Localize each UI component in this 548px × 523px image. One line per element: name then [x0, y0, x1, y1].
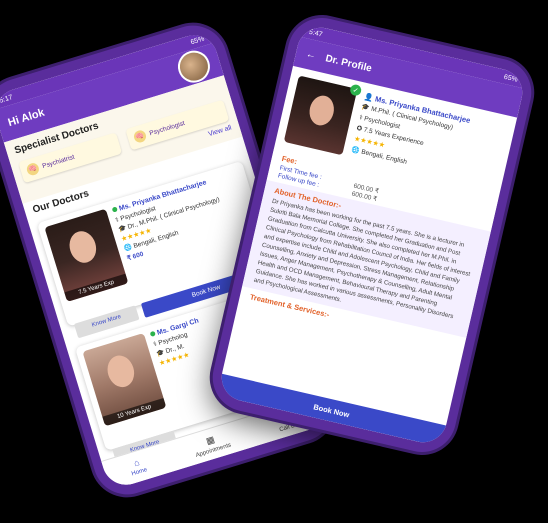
tab-label: Home: [131, 467, 149, 478]
tab-appointments[interactable]: ▦ Appointments: [191, 430, 232, 459]
chip-label: Psychologist: [148, 119, 186, 137]
back-arrow-icon[interactable]: ←: [305, 48, 317, 61]
brain-icon: 🧠: [25, 161, 41, 177]
profile-screen: 5:47 65% ← Dr. Profile ✓ 👤 Ms. Priyanka …: [216, 23, 528, 447]
status-time: 5:47: [308, 28, 324, 39]
calendar-icon: ▦: [204, 433, 216, 446]
online-dot: [111, 206, 118, 213]
online-dot: [149, 330, 156, 337]
page-title: Dr. Profile: [324, 52, 373, 75]
verified-check-icon: ✓: [349, 83, 363, 97]
home-icon: ⌂: [132, 457, 141, 469]
doctor-photo: ✓: [283, 75, 363, 156]
phone-profile: 5:47 65% ← Dr. Profile ✓ 👤 Ms. Priyanka …: [205, 11, 539, 459]
status-battery: 65%: [503, 73, 519, 84]
greeting: Hi Alok: [6, 106, 47, 130]
experience-badge: 7.5 Years Exp: [64, 273, 129, 302]
experience-badge: 10 Years Exp: [102, 398, 167, 427]
status-battery: 65%: [189, 35, 206, 46]
chip-label: Psychiatrist: [41, 153, 76, 170]
status-time: 5:17: [0, 93, 14, 105]
tab-home[interactable]: ⌂ Home: [128, 456, 149, 478]
brain-icon: 🧠: [132, 128, 148, 144]
